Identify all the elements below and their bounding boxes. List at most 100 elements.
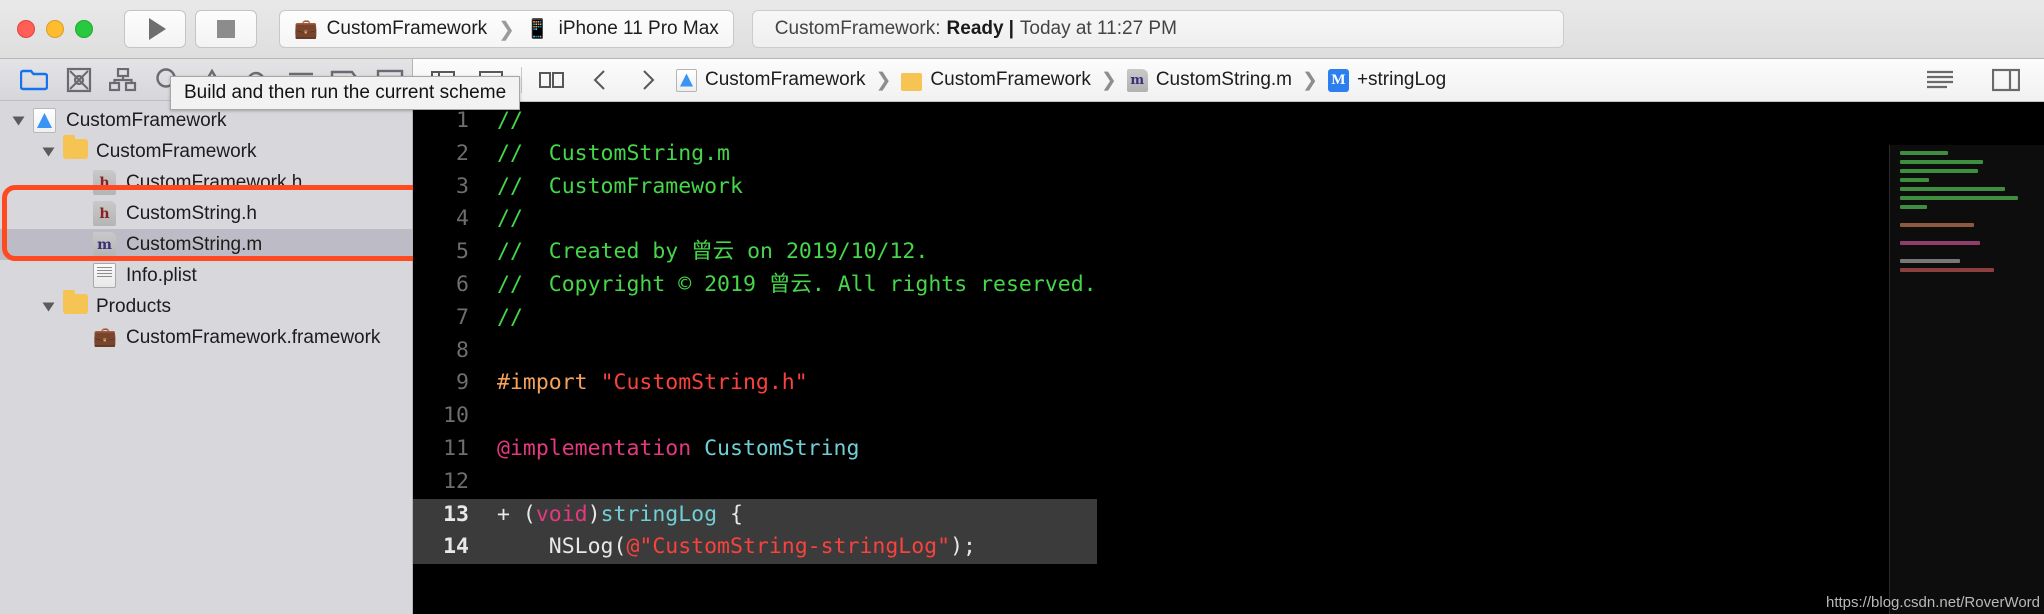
line-number: 11	[443, 435, 469, 461]
code-token: @implementation	[497, 435, 705, 461]
code-token: //	[497, 304, 523, 330]
tree-item-label: CustomFramework.h	[126, 171, 303, 193]
code-token: // Copyright © 2019 曾云. All rights reser…	[497, 271, 1097, 297]
stop-button[interactable]	[195, 10, 257, 48]
code-text: //	[483, 302, 523, 335]
code-token: "CustomString.h"	[600, 370, 808, 396]
disclosure-triangle-icon[interactable]	[42, 147, 55, 156]
disclosure-triangle-icon[interactable]	[12, 116, 25, 125]
breadcrumb-label: CustomString.m	[1155, 69, 1293, 90]
code-text: @implementation CustomString	[483, 433, 859, 466]
scheme-device-name: iPhone 11 Pro Max	[558, 18, 719, 39]
code-line: 3 // CustomFramework	[413, 171, 1097, 204]
chevron-left-icon[interactable]	[576, 63, 624, 97]
folder-icon	[901, 72, 923, 91]
code-line: 4 //	[413, 203, 1097, 236]
code-text: #import "CustomString.h"	[483, 367, 808, 400]
tree-item-label: CustomFramework	[66, 109, 227, 131]
code-token: )	[587, 501, 601, 527]
briefcase-icon: 💼	[294, 19, 318, 40]
run-button[interactable]	[124, 10, 186, 48]
scheme-project-name: CustomFramework	[326, 18, 488, 39]
project-icon	[676, 68, 697, 92]
line-number: 14	[413, 531, 483, 565]
watermark: https://blog.csdn.net/RoverWord	[1826, 594, 2040, 611]
code-text: + (void)stringLog {	[483, 499, 743, 532]
tree-item-info-plist[interactable]: Info.plist	[0, 260, 412, 291]
code-line: 12	[413, 466, 1097, 499]
tree-item-customstring-h[interactable]: h CustomString.h	[0, 198, 412, 229]
tree-item-label: CustomFramework.framework	[126, 326, 381, 348]
code-text: // CustomFramework	[483, 171, 743, 204]
tree-item-customstring-m[interactable]: m CustomString.m	[0, 229, 412, 260]
code-text: // Copyright © 2019 曾云. All rights reser…	[483, 269, 1097, 302]
breadcrumb-label: CustomFramework	[705, 69, 866, 90]
folder-icon	[63, 290, 88, 319]
line-number: 10	[443, 403, 469, 429]
code-token: {	[717, 501, 743, 527]
code-line: 11 @implementation CustomString	[413, 433, 1097, 466]
tree-item-label: CustomString.m	[126, 233, 263, 255]
breadcrumb-item-project[interactable]: CustomFramework	[676, 68, 866, 92]
line-number: 13	[413, 498, 483, 532]
play-icon	[148, 18, 166, 40]
code-token: void	[535, 501, 588, 527]
code-token: );	[950, 534, 976, 560]
code-token: NSLog(	[497, 534, 627, 560]
code-line: 5 // Created by 曾云 on 2019/10/12.	[413, 236, 1097, 269]
tree-item-framework-product[interactable]: 💼 CustomFramework.framework	[0, 322, 412, 353]
breadcrumb-item-file[interactable]: m CustomString.m	[1126, 68, 1293, 92]
zoom-window-button[interactable]	[75, 20, 93, 38]
project-navigator-pane: CustomFramework CustomFramework h Custom…	[0, 59, 413, 614]
code-line: 8	[413, 335, 1097, 368]
traffic-lights	[17, 20, 93, 38]
editor-pane: CustomFramework ❯ CustomFramework ❯ m Cu…	[413, 59, 2044, 614]
method-icon: M	[1327, 68, 1349, 92]
symbol-navigator-icon[interactable]	[101, 63, 145, 97]
breadcrumb-item-symbol[interactable]: M +stringLog	[1327, 68, 1446, 92]
chevron-right-icon: ❯	[1100, 69, 1117, 91]
code-editor[interactable]: 1//2// CustomString.m 3// CustomFramework…	[413, 102, 2044, 614]
scheme-selector[interactable]: 💼 CustomFramework ❯ 📱 iPhone 11 Pro Max	[279, 10, 734, 48]
line-number: 4	[456, 206, 469, 232]
device-icon: 📱	[525, 19, 550, 40]
disclosure-triangle-icon[interactable]	[42, 302, 55, 311]
close-window-button[interactable]	[17, 20, 35, 38]
minimap[interactable]	[1889, 145, 2044, 614]
standard-editor-icon[interactable]	[1916, 63, 1964, 97]
minimize-window-button[interactable]	[46, 20, 64, 38]
code-line: 14 NSLog(@"CustomString-stringLog");	[413, 531, 1097, 565]
code-line: 10	[413, 400, 1097, 433]
code-token: @"CustomString-stringLog"	[626, 534, 951, 560]
project-icon	[33, 108, 56, 133]
code-line: 2 // CustomString.m	[413, 138, 1097, 171]
breadcrumb-item-group[interactable]: CustomFramework	[901, 69, 1091, 91]
code-token: #import	[497, 370, 601, 396]
implementation-file-icon: m	[93, 232, 116, 257]
line-number: 8	[456, 337, 469, 363]
breadcrumb: CustomFramework ❯ CustomFramework ❯ m Cu…	[676, 68, 1446, 92]
assistant-editor-icon[interactable]	[1982, 63, 2030, 97]
code-token: + (	[497, 501, 536, 527]
chevron-right-icon: ❯	[875, 69, 892, 91]
code-text: // CustomString.m	[483, 138, 730, 171]
tree-item-group[interactable]: CustomFramework	[0, 135, 412, 167]
code-line: 7 //	[413, 302, 1097, 335]
status-time: Today at 11:27 PM	[1019, 18, 1177, 39]
tree-item-customframework-h[interactable]: h CustomFramework.h	[0, 167, 412, 198]
header-file-icon: h	[93, 170, 116, 195]
code-token: // CustomString.m	[497, 140, 730, 166]
header-file-icon: h	[93, 201, 116, 226]
back-forward-icon[interactable]	[528, 63, 576, 97]
chevron-right-icon[interactable]	[624, 63, 672, 97]
folder-icon	[63, 135, 88, 164]
tree-item-label: CustomFramework	[96, 140, 257, 162]
code-text: NSLog(@"CustomString-stringLog");	[483, 531, 976, 564]
tree-item-products[interactable]: Products	[0, 290, 412, 322]
folder-icon[interactable]	[12, 63, 56, 97]
line-number: 9	[456, 370, 469, 396]
breadcrumb-label: CustomFramework	[930, 69, 1091, 90]
source-control-icon[interactable]	[56, 63, 100, 97]
line-number: 2	[456, 140, 469, 166]
jump-bar: CustomFramework ❯ CustomFramework ❯ m Cu…	[413, 59, 2044, 102]
